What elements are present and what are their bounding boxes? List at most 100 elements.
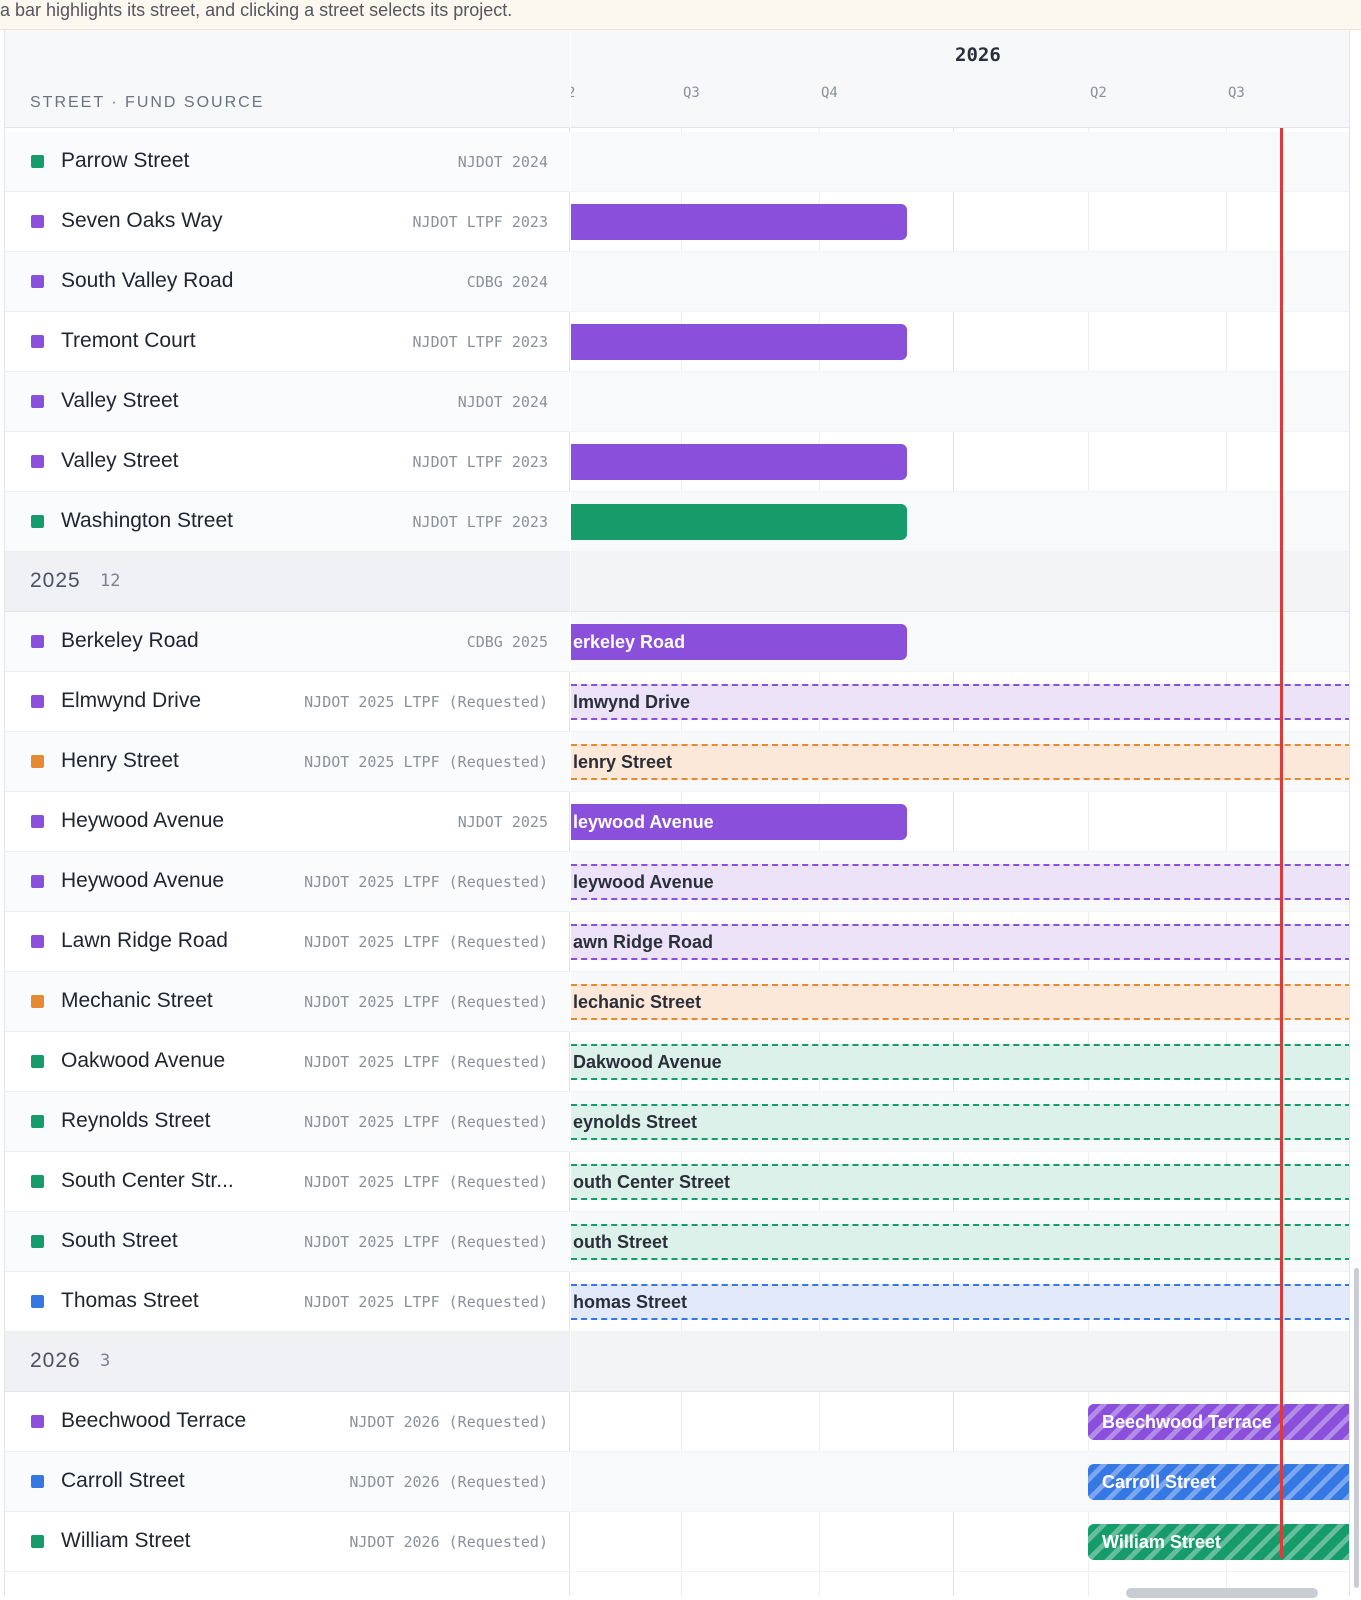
status-color-swatch	[31, 1475, 44, 1488]
project-bar[interactable]	[571, 444, 907, 480]
project-bar-label: erkeley Road	[573, 632, 686, 652]
status-color-swatch	[31, 515, 44, 528]
project-bar[interactable]	[571, 204, 907, 240]
street-row[interactable]: Washington Street NJDOT LTPF 2023	[5, 492, 570, 552]
gantt-panel: STREET · FUND SOURCE Parrow Street NJDOT …	[4, 30, 1350, 1596]
project-bar[interactable]: outh Center Street	[571, 1164, 1349, 1200]
status-color-swatch	[31, 815, 44, 828]
street-name: Berkeley Road	[61, 629, 199, 652]
street-name: Valley Street	[61, 389, 179, 412]
project-bar[interactable]: erkeley Road	[571, 624, 907, 660]
group-count: 3	[100, 1351, 111, 1371]
column-header-street-fund: STREET · FUND SOURCE	[30, 94, 265, 111]
project-bar[interactable]: outh Street	[571, 1224, 1349, 1260]
street-row[interactable]: South Valley Road CDBG 2024	[5, 252, 570, 312]
fund-source: NJDOT 2026 (Requested)	[349, 1413, 548, 1431]
street-name: South Street	[61, 1229, 178, 1252]
timeline-group-row	[571, 1332, 1349, 1392]
street-row[interactable]: Carroll Street NJDOT 2026 (Requested)	[5, 1452, 570, 1512]
group-year: 2025	[30, 569, 81, 592]
street-row[interactable]: Oakwood Avenue NJDOT 2025 LTPF (Requested…	[5, 1032, 570, 1092]
year-group-header[interactable]: 2025 12	[5, 552, 570, 612]
vertical-scrollbar[interactable]	[1354, 1268, 1359, 1588]
project-bar[interactable]: William Street	[1088, 1524, 1349, 1560]
fund-source: NJDOT 2024	[457, 153, 548, 171]
street-name: William Street	[61, 1529, 191, 1552]
status-color-swatch	[31, 395, 44, 408]
street-row[interactable]: South Center Str... NJDOT 2025 LTPF (Requ…	[5, 1152, 570, 1212]
project-bar[interactable]: lenry Street	[571, 744, 1349, 780]
quarter-label: Q3	[683, 85, 700, 101]
street-name: Washington Street	[61, 509, 233, 532]
street-row[interactable]: Heywood Avenue NJDOT 2025	[5, 792, 570, 852]
project-bar[interactable]: homas Street	[571, 1284, 1349, 1320]
project-bar[interactable]: eynolds Street	[571, 1104, 1349, 1140]
timeline-row	[571, 252, 1349, 312]
status-color-swatch	[31, 695, 44, 708]
project-bar[interactable]: awn Ridge Road	[571, 924, 1349, 960]
street-list: STREET · FUND SOURCE Parrow Street NJDOT …	[5, 30, 570, 1596]
street-name: Parrow Street	[61, 149, 190, 172]
timeline-header: 2026 2 Q3 Q4 Q2 Q3	[571, 30, 1349, 128]
project-bar-label: lmwynd Drive	[573, 692, 691, 712]
street-row[interactable]: Berkeley Road CDBG 2025	[5, 612, 570, 672]
street-row[interactable]: Tremont Court NJDOT LTPF 2023	[5, 312, 570, 372]
project-bar[interactable]: Beechwood Terrace	[1088, 1404, 1349, 1440]
timeline-group-row	[571, 552, 1349, 612]
quarter-label: Q4	[821, 85, 838, 101]
year-group-header[interactable]: 2026 3	[5, 1332, 570, 1392]
street-row[interactable]: Parrow Street NJDOT 2024	[5, 132, 570, 192]
street-row[interactable]: Reynolds Street NJDOT 2025 LTPF (Requeste…	[5, 1092, 570, 1152]
project-bar[interactable]: lmwynd Drive	[571, 684, 1349, 720]
project-bar-label: leywood Avenue	[573, 872, 714, 892]
hint-text: a bar highlights its street, and clickin…	[0, 0, 513, 20]
timeline: 2026 2 Q3 Q4 Q2 Q3 erkeley Road lmwynd Dr…	[571, 30, 1349, 1596]
status-color-swatch	[31, 1175, 44, 1188]
street-row[interactable]: William Street NJDOT 2026 (Requested)	[5, 1512, 570, 1572]
street-row[interactable]: Elmwynd Drive NJDOT 2025 LTPF (Requested)	[5, 672, 570, 732]
street-row[interactable]: South Street NJDOT 2025 LTPF (Requested)	[5, 1212, 570, 1272]
street-row[interactable]: Mechanic Street NJDOT 2025 LTPF (Requeste…	[5, 972, 570, 1032]
year-label-2026: 2026	[955, 44, 1001, 66]
street-row[interactable]: Beechwood Terrace NJDOT 2026 (Requested)	[5, 1392, 570, 1452]
street-row[interactable]: Valley Street NJDOT 2024	[5, 372, 570, 432]
street-name: Thomas Street	[61, 1289, 199, 1312]
quarter-label-cut: 2	[571, 85, 575, 101]
status-color-swatch	[31, 995, 44, 1008]
street-name: Heywood Avenue	[61, 809, 225, 832]
today-marker	[1280, 128, 1283, 1558]
timeline-row	[571, 132, 1349, 192]
project-bar-label: leywood Avenue	[573, 812, 714, 832]
street-row[interactable]: Seven Oaks Way NJDOT LTPF 2023	[5, 192, 570, 252]
street-row[interactable]: Lawn Ridge Road NJDOT 2025 LTPF (Requeste…	[5, 912, 570, 972]
project-bar[interactable]	[571, 504, 907, 540]
street-name: Seven Oaks Way	[61, 209, 223, 232]
project-bar[interactable]: lechanic Street	[571, 984, 1349, 1020]
horizontal-scrollbar[interactable]	[1126, 1588, 1318, 1598]
street-name: Tremont Court	[61, 329, 196, 352]
fund-source: NJDOT 2025 LTPF (Requested)	[304, 753, 548, 771]
street-row[interactable]: Valley Street NJDOT LTPF 2023	[5, 432, 570, 492]
street-name: Reynolds Street	[61, 1109, 211, 1132]
street-row[interactable]: Heywood Avenue NJDOT 2025 LTPF (Requested…	[5, 852, 570, 912]
project-bar-label: Dakwood Avenue	[573, 1052, 722, 1072]
project-bar[interactable]: Dakwood Avenue	[571, 1044, 1349, 1080]
project-bar[interactable]: leywood Avenue	[571, 804, 907, 840]
project-bar[interactable]: leywood Avenue	[571, 864, 1349, 900]
street-row[interactable]: Henry Street NJDOT 2025 LTPF (Requested)	[5, 732, 570, 792]
status-color-swatch	[31, 155, 44, 168]
fund-source: NJDOT 2025 LTPF (Requested)	[304, 993, 548, 1011]
status-color-swatch	[31, 635, 44, 648]
street-name: Henry Street	[61, 749, 179, 772]
status-color-swatch	[31, 1115, 44, 1128]
fund-source: NJDOT 2025 LTPF (Requested)	[304, 693, 548, 711]
street-row[interactable]: Thomas Street NJDOT 2025 LTPF (Requested)	[5, 1272, 570, 1332]
street-name: South Valley Road	[61, 269, 234, 292]
status-color-swatch	[31, 455, 44, 468]
project-bar[interactable]	[571, 324, 907, 360]
project-bar-label: William Street	[1102, 1532, 1221, 1552]
project-bar[interactable]: Carroll Street	[1088, 1464, 1349, 1500]
status-color-swatch	[31, 1415, 44, 1428]
project-bar-label: awn Ridge Road	[573, 932, 714, 952]
status-color-swatch	[31, 335, 44, 348]
